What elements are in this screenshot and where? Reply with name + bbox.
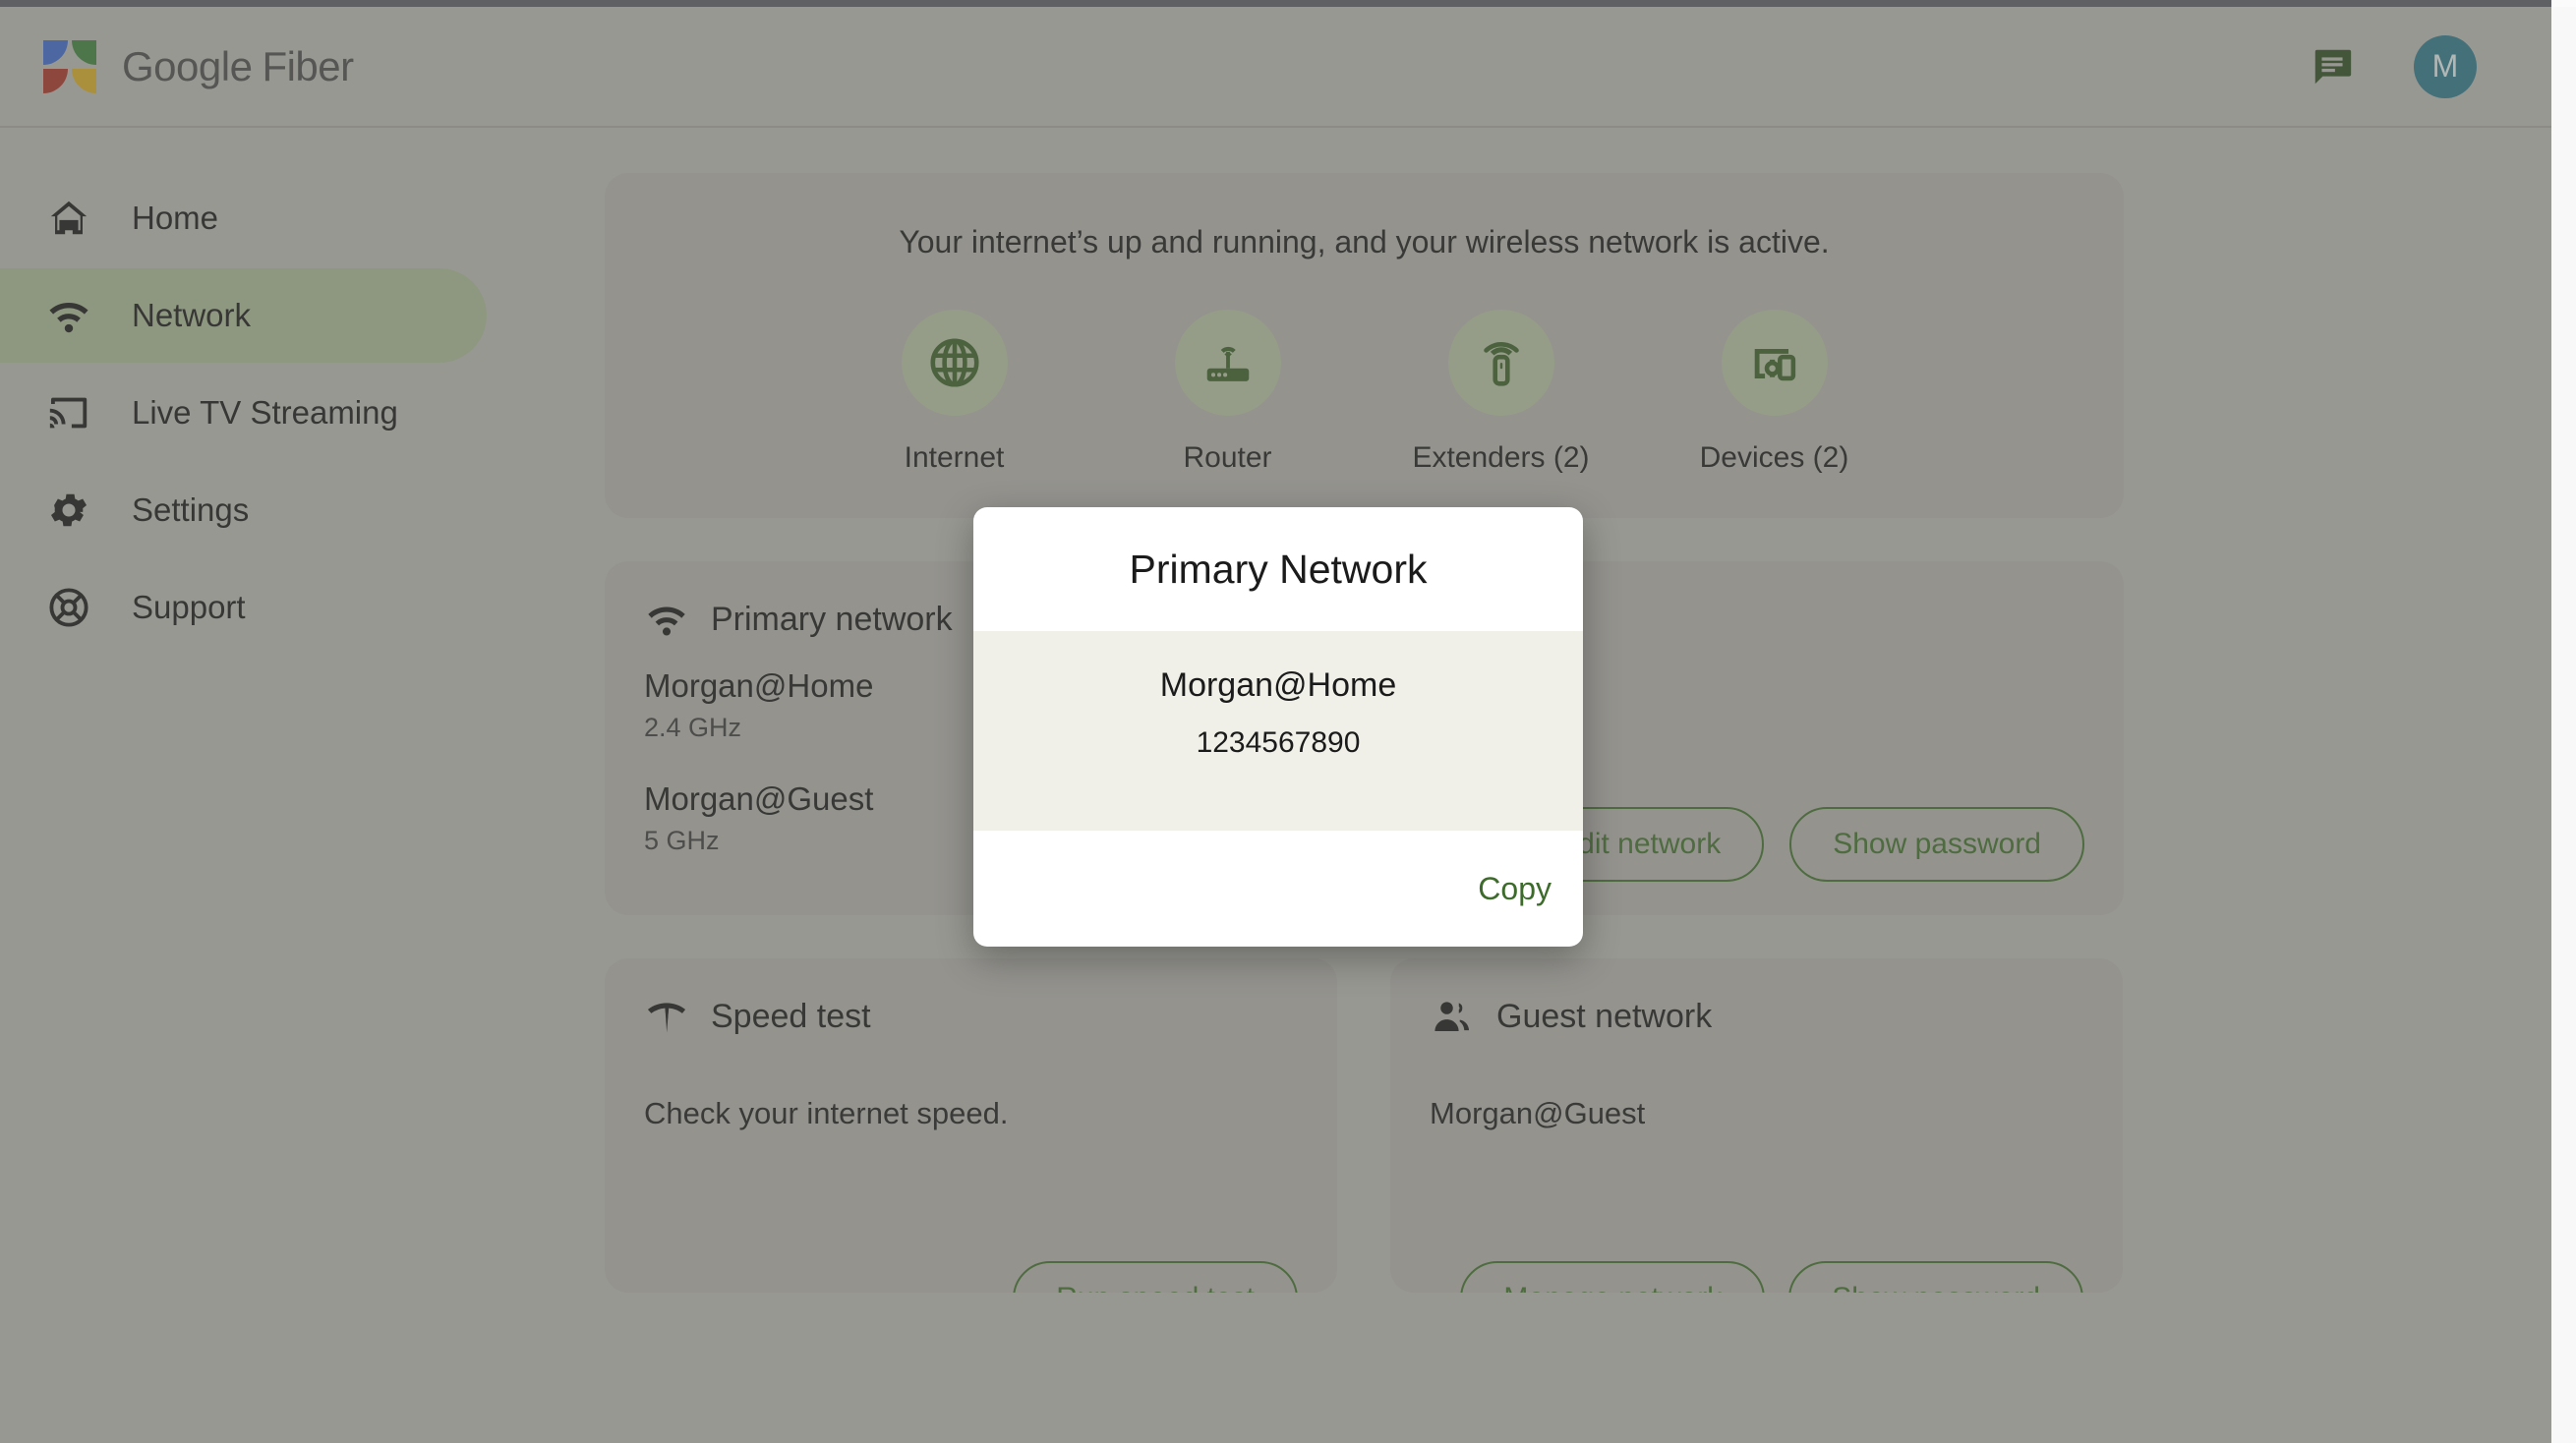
dialog-header: Primary Network [973, 507, 1583, 631]
page-viewport: Google Fiber M Home Network Live TV Stre… [0, 7, 2551, 1443]
copy-button[interactable]: Copy [1478, 871, 1551, 907]
window-top-strip [0, 0, 2551, 7]
dialog-footer: Copy [973, 831, 1583, 947]
dialog-body: Morgan@Home 1234567890 [973, 631, 1583, 831]
modal-layer: Primary Network Morgan@Home 1234567890 C… [0, 7, 2551, 1443]
primary-network-dialog: Primary Network Morgan@Home 1234567890 C… [973, 507, 1583, 947]
dialog-ssid: Morgan@Home [1159, 666, 1397, 704]
page-scrollbar[interactable] [2551, 7, 2576, 1443]
dialog-password: 1234567890 [1196, 726, 1361, 759]
dialog-title: Primary Network [1129, 546, 1428, 592]
app-root: Google Fiber M Home Network Live TV Stre… [0, 0, 2576, 1443]
